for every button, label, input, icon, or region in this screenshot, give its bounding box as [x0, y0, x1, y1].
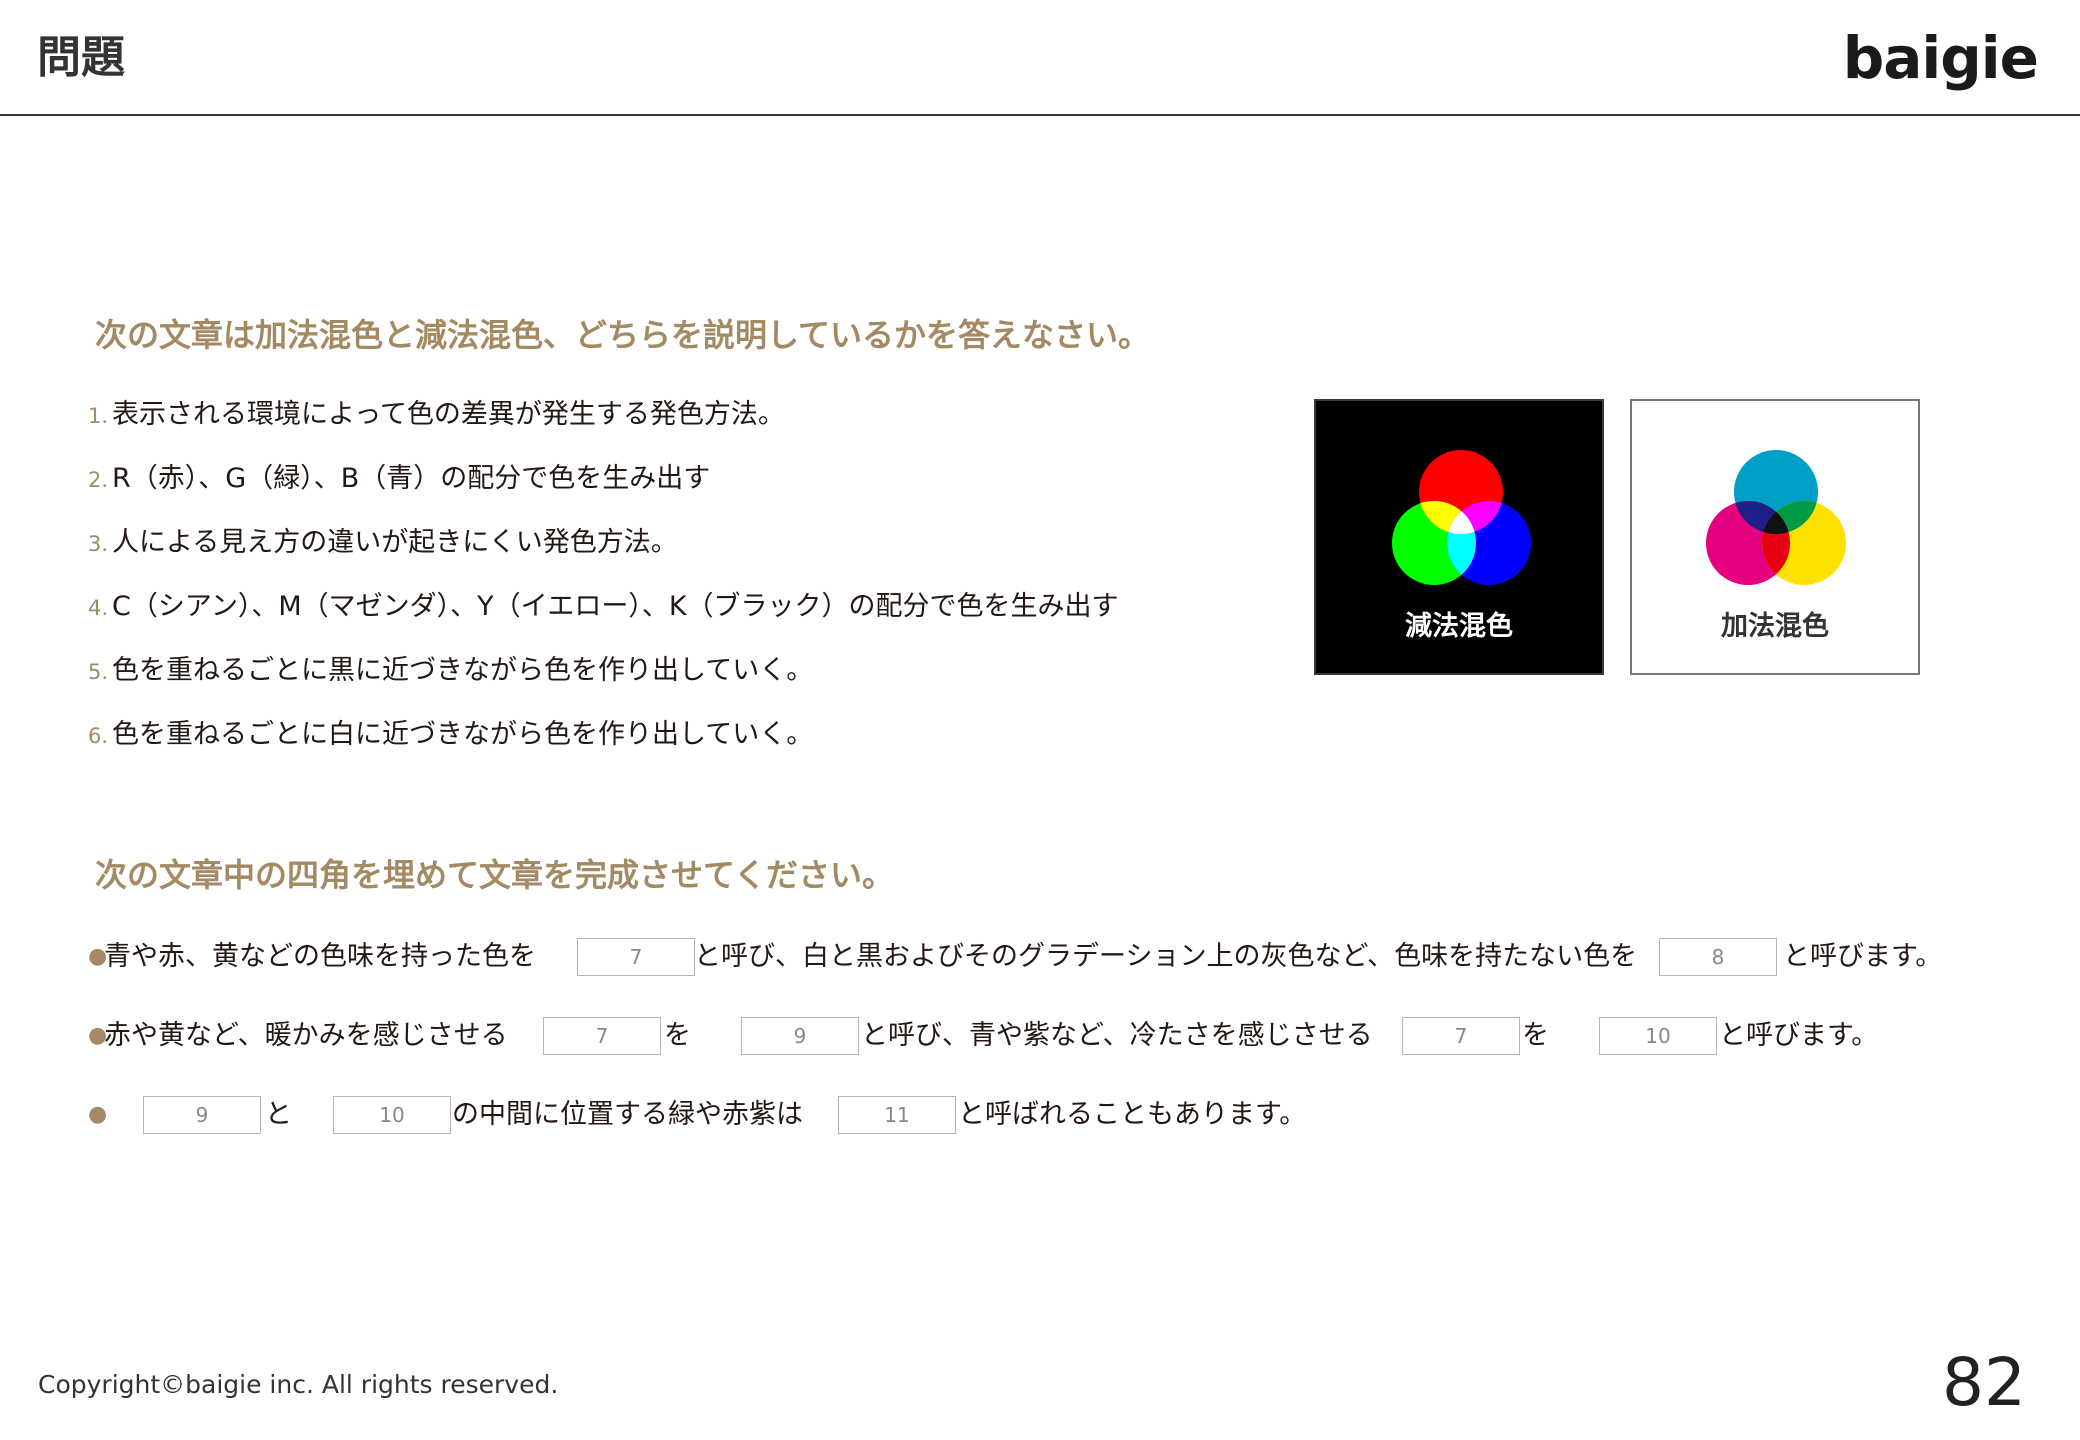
sentence-text: と — [265, 1099, 292, 1130]
question-item-4: 4. C（シアン）、M（マゼンダ）、Y（イエロー）、K（ブラック）の配分で色を生み… — [88, 585, 1119, 649]
slide: 問題 baigie 次の文章は加法混色と減法混色、どちらを説明しているかを答えな… — [0, 0, 2080, 1440]
answer-box[interactable]: 9 — [143, 1096, 261, 1134]
page-number: 82 — [1942, 1344, 2026, 1421]
answer-box[interactable]: 8 — [1659, 938, 1777, 976]
question-number: 3. — [88, 532, 109, 556]
answer-box[interactable]: 10 — [333, 1096, 451, 1134]
sentence-text: と呼びます。 — [1719, 1020, 1879, 1051]
answer-box[interactable]: 11 — [838, 1096, 956, 1134]
cmy-color-mixing-figure: 加法混色 — [1630, 399, 1920, 675]
sentence-text: と呼ばれることもあります。 — [958, 1099, 1307, 1130]
sentence-text: の中間に位置する緑や赤紫は — [452, 1099, 803, 1130]
sentence-text: と呼び、白と黒およびそのグラデーション上の灰色など、色味を持たない色を — [694, 941, 1638, 972]
question-text: C（シアン）、M（マゼンダ）、Y（イエロー）、K（ブラック）の配分で色を生み出す — [112, 591, 1119, 622]
section-2-heading: 次の文章中の四角を埋めて文章を完成させてください。 — [95, 856, 895, 894]
answer-box[interactable]: 7 — [543, 1017, 661, 1055]
question-number: 5. — [88, 660, 109, 684]
header-divider — [0, 114, 2080, 116]
sentence-text: 赤や黄など、暖かみを感じさせる — [104, 1020, 508, 1051]
bullet-icon: ● — [88, 1102, 108, 1127]
baigie-logo: baigie — [1842, 24, 2039, 92]
question-number: 6. — [88, 724, 109, 748]
question-text: 表示される環境によって色の差異が発生する発色方法。 — [112, 399, 785, 430]
sentence-text: を — [1522, 1020, 1549, 1051]
question-number: 2. — [88, 468, 109, 492]
question-text: 色を重ねるごとに黒に近づきながら色を作り出していく。 — [112, 655, 814, 686]
rgb-color-mixing-figure: 減法混色 — [1314, 399, 1604, 675]
question-number: 4. — [88, 596, 109, 620]
question-text: R（赤）、G（緑）、B（青）の配分で色を生み出す — [112, 463, 711, 494]
question-number: 1. — [88, 404, 109, 428]
slide-title: 問題 — [37, 32, 125, 83]
sentence-text: と呼び、青や紫など、冷たさを感じさせる — [861, 1020, 1373, 1051]
figure-label-dark: 減法混色 — [1405, 611, 1513, 642]
question-list: 1. 表示される環境によって色の差異が発生する発色方法。 2. R（赤）、G（緑）、… — [88, 393, 1119, 777]
sentence-text: 青や赤、黄などの色味を持った色を — [104, 941, 536, 972]
question-item-1: 1. 表示される環境によって色の差異が発生する発色方法。 — [88, 393, 1119, 457]
question-item-6: 6. 色を重ねるごとに白に近づきながら色を作り出していく。 — [88, 713, 1119, 777]
copyright-notice: Copyright©baigie inc. All rights reserve… — [38, 1370, 559, 1399]
answer-box[interactable]: 7 — [577, 938, 695, 976]
answer-box[interactable]: 7 — [1402, 1017, 1520, 1055]
answer-box[interactable]: 9 — [741, 1017, 859, 1055]
question-item-3: 3. 人による見え方の違いが起きにくい発色方法。 — [88, 521, 1119, 585]
answer-box[interactable]: 10 — [1599, 1017, 1717, 1055]
question-text: 人による見え方の違いが起きにくい発色方法。 — [112, 527, 678, 558]
sentence-text: を — [664, 1020, 691, 1051]
question-item-2: 2. R（赤）、G（緑）、B（青）の配分で色を生み出す — [88, 457, 1119, 521]
figure-label-light: 加法混色 — [1721, 611, 1829, 642]
question-text: 色を重ねるごとに白に近づきながら色を作り出していく。 — [112, 719, 814, 750]
sentence-text: と呼びます。 — [1783, 941, 1943, 972]
question-item-5: 5. 色を重ねるごとに黒に近づきながら色を作り出していく。 — [88, 649, 1119, 713]
section-1-heading: 次の文章は加法混色と減法混色、どちらを説明しているかを答えなさい。 — [95, 316, 1151, 354]
